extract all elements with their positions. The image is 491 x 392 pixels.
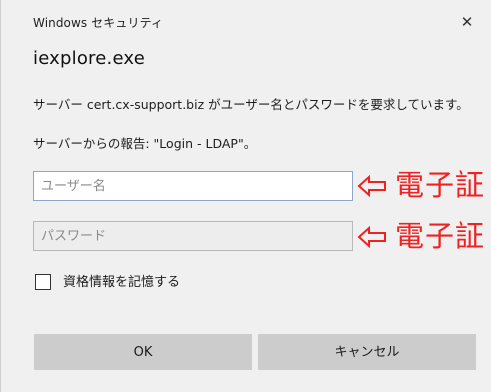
dialog-heading: iexplore.exe xyxy=(33,48,145,69)
username-input[interactable] xyxy=(33,171,353,201)
left-arrow-icon xyxy=(357,226,386,248)
cancel-button[interactable]: キャンセル xyxy=(258,334,476,370)
remember-checkbox[interactable] xyxy=(35,274,51,290)
annotation-password: 電子証 xyxy=(357,216,491,256)
ok-button[interactable]: OK xyxy=(34,334,252,370)
server-report-message: サーバーからの報告: "Login - LDAP"。 xyxy=(33,136,257,151)
close-icon[interactable]: ✕ xyxy=(457,12,477,32)
left-arrow-icon xyxy=(357,175,386,197)
password-input[interactable] xyxy=(33,221,353,251)
annotation-username: 電子証 xyxy=(357,165,491,205)
title-bar: Windows セキュリティ ✕ xyxy=(1,0,491,42)
credential-dialog: Windows セキュリティ ✕ iexplore.exe サーバー cert.… xyxy=(0,0,491,392)
annotation-text: 電子証 xyxy=(395,219,486,253)
remember-label: 資格情報を記憶する xyxy=(63,275,181,290)
auth-request-message: サーバー cert.cx-support.biz がユーザー名とパスワードを要求… xyxy=(33,97,469,112)
window-title: Windows セキュリティ xyxy=(33,16,164,30)
annotation-text: 電子証 xyxy=(395,168,486,202)
